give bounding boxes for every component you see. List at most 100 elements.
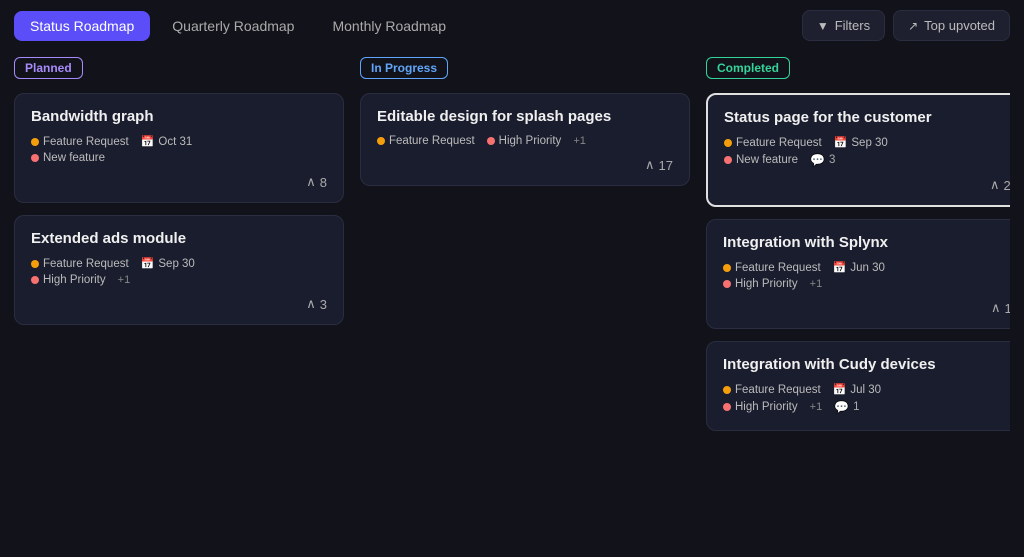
tag-label: High Priority: [735, 401, 798, 413]
card-bandwidth-graph[interactable]: Bandwidth graph Feature Request 📅Oct 31 New…: [14, 93, 344, 203]
tag-dot: [723, 403, 731, 411]
card-title: Integration with Cudy devices: [723, 356, 1010, 373]
comment-count: 1: [853, 401, 859, 413]
column-header-completed: Completed: [706, 57, 790, 79]
tag-date: 📅Oct 31: [141, 135, 193, 148]
tag-high-priority: High Priority: [31, 274, 106, 286]
calendar-icon: 📅: [141, 257, 155, 270]
card-tags-row1: Feature Request 📅Sep 30: [31, 257, 327, 270]
card-tags-row1: Feature Request 📅Jun 30: [723, 261, 1010, 274]
upvote-count: 3: [320, 297, 327, 312]
tag-label: New feature: [43, 152, 105, 164]
plus-label: +1: [118, 274, 131, 286]
tag-feature-request: Feature Request: [31, 136, 129, 148]
card-tags-row1: Feature Request High Priority +1: [377, 135, 673, 147]
comment-icon: 💬: [810, 153, 825, 167]
date-label: Oct 31: [158, 136, 192, 148]
tag-dot: [723, 280, 731, 288]
card-title: Integration with Splynx: [723, 234, 1010, 251]
card-title: Editable design for splash pages: [377, 108, 673, 125]
column-planned: PlannedBandwidth graphFeature Request📅Oc…: [14, 57, 344, 547]
upvote-count: 10: [1005, 301, 1010, 316]
tag-plus: +1: [810, 278, 823, 290]
card-title: Bandwidth graph: [31, 108, 327, 125]
card-title: Status page for the customer: [724, 109, 1010, 126]
tag-new-feature: New feature: [724, 154, 798, 166]
upvote-count: 8: [320, 175, 327, 190]
column-header-planned: Planned: [14, 57, 83, 79]
upvote-count: 21: [1004, 178, 1010, 193]
tag-dot: [377, 137, 385, 145]
column-header-in-progress: In Progress: [360, 57, 448, 79]
tag-label: Feature Request: [735, 384, 821, 396]
tag-dot: [31, 138, 39, 146]
tag-label: Feature Request: [43, 258, 129, 270]
tag-label: Feature Request: [389, 135, 475, 147]
comment-count: 3: [829, 154, 835, 166]
tag-dot: [487, 137, 495, 145]
card-status-page[interactable]: Status page for the customer Feature Requ…: [706, 93, 1010, 207]
tag-comments: 💬1: [834, 400, 859, 414]
card-tags-row1: Feature Request 📅Oct 31: [31, 135, 327, 148]
card-extended-ads[interactable]: Extended ads moduleFeature Request📅Sep 3…: [14, 215, 344, 325]
column-in-progress: In Progress Editable design for splash pa…: [360, 57, 690, 547]
action-btn-filters[interactable]: ▼Filters: [802, 10, 885, 41]
card-footer: ∧ 21: [724, 177, 1010, 193]
card-footer: ∧10: [723, 300, 1010, 316]
tag-dot: [724, 139, 732, 147]
card-tags-row2: High Priority+1💬1: [723, 400, 1010, 414]
tag-dot: [31, 260, 39, 268]
calendar-icon: 📅: [141, 135, 155, 148]
top-nav: Status RoadmapQuarterly RoadmapMonthly R…: [14, 10, 1010, 41]
card-tags-row2: High Priority +1: [31, 274, 327, 286]
tag-new-feature: New feature: [31, 152, 105, 164]
board: PlannedBandwidth graphFeature Request📅Oc…: [14, 57, 1010, 547]
plus-label: +1: [810, 278, 823, 290]
calendar-icon: 📅: [833, 261, 847, 274]
upvote-icon: ∧: [645, 157, 655, 173]
nav-tab-quarterly-roadmap[interactable]: Quarterly Roadmap: [156, 11, 310, 41]
tag-high-priority: High Priority: [723, 278, 798, 290]
card-tags-row2: High Priority +1: [723, 278, 1010, 290]
tag-label: Feature Request: [736, 137, 822, 149]
app-container: Status RoadmapQuarterly RoadmapMonthly R…: [0, 0, 1024, 557]
card-tags-row1: Feature Request 📅Sep 30: [724, 136, 1010, 149]
card-integration-cudy[interactable]: Integration with Cudy devices Feature Req…: [706, 341, 1010, 431]
tag-high-priority: High Priority: [487, 135, 562, 147]
card-footer: ∧3: [31, 296, 327, 312]
tag-label: High Priority: [499, 135, 562, 147]
card-footer: ∧8: [31, 174, 327, 190]
card-tags-row2: New feature: [31, 152, 327, 164]
calendar-icon: 📅: [834, 136, 848, 149]
tag-comments: 💬3: [810, 153, 835, 167]
card-integration-splynx[interactable]: Integration with Splynx Feature Request 📅J…: [706, 219, 1010, 329]
tag-label: Feature Request: [43, 136, 129, 148]
upvote-count: 17: [659, 158, 673, 173]
plus-label: +1: [573, 135, 586, 147]
comment-icon: 💬: [834, 400, 849, 414]
plus-label: +1: [810, 401, 823, 413]
tag-plus: +1: [118, 274, 131, 286]
nav-tab-status-roadmap[interactable]: Status Roadmap: [14, 11, 150, 41]
date-label: Sep 30: [158, 258, 194, 270]
action-btn-top-upvoted[interactable]: ↗Top upvoted: [893, 10, 1010, 41]
tag-label: High Priority: [43, 274, 106, 286]
upvote-icon: ∧: [990, 177, 1000, 193]
tag-date: 📅Sep 30: [834, 136, 888, 149]
trending-icon: ↗: [908, 19, 918, 33]
tag-dot: [31, 276, 39, 284]
date-label: Jul 30: [850, 384, 881, 396]
tag-feature-request: Feature Request: [377, 135, 475, 147]
tag-feature-request: Feature Request: [724, 137, 822, 149]
tag-label: New feature: [736, 154, 798, 166]
tag-label: High Priority: [735, 278, 798, 290]
nav-tab-monthly-roadmap[interactable]: Monthly Roadmap: [316, 11, 462, 41]
date-label: Jun 30: [850, 262, 885, 274]
card-tags-row2: New feature💬3: [724, 153, 1010, 167]
tag-date: 📅Sep 30: [141, 257, 195, 270]
filter-icon: ▼: [817, 19, 829, 33]
card-editable-design[interactable]: Editable design for splash pages Feature …: [360, 93, 690, 186]
tag-feature-request: Feature Request: [723, 262, 821, 274]
card-footer: ∧ 17: [377, 157, 673, 173]
tag-date: 📅Jun 30: [833, 261, 885, 274]
